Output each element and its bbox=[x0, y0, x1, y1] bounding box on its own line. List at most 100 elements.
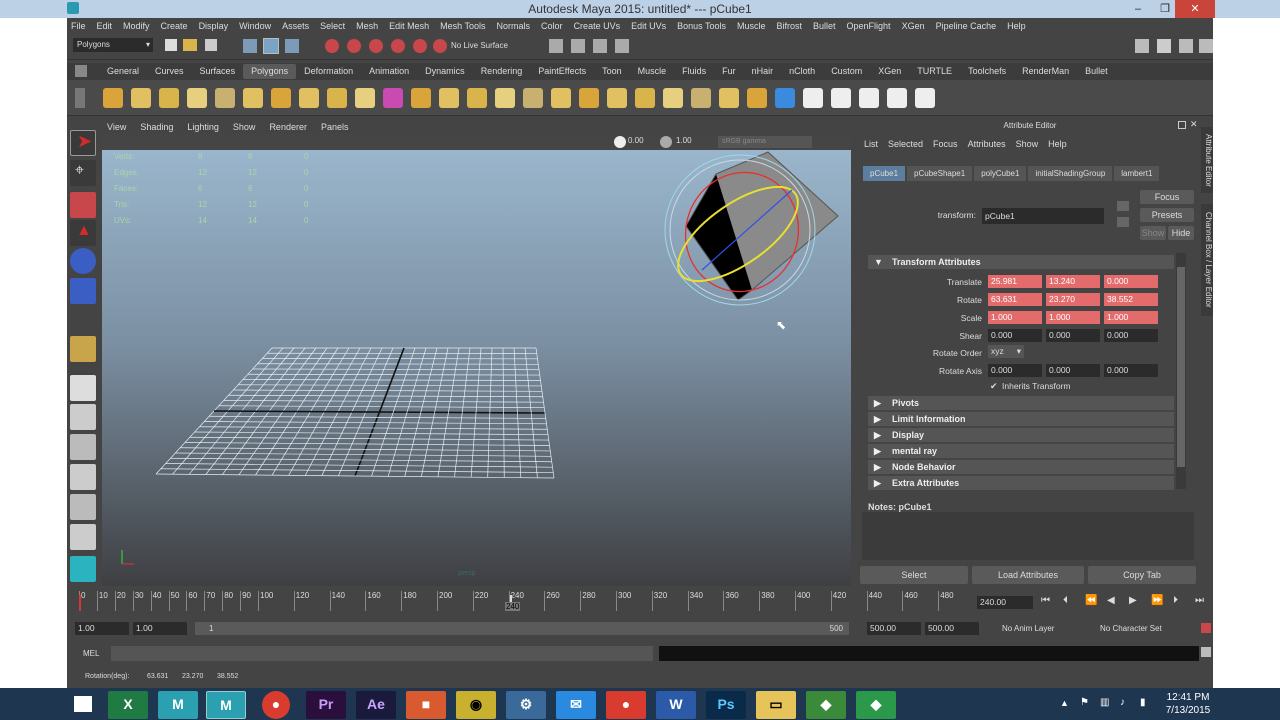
rotate-z-field[interactable]: 38.552 bbox=[1104, 293, 1158, 306]
node-tab-initialshadinggroup[interactable]: initialShadingGroup bbox=[1028, 166, 1113, 181]
shelf-options-icon[interactable] bbox=[75, 88, 85, 108]
shear-z-field[interactable]: 0.000 bbox=[1104, 329, 1158, 342]
mel-input[interactable] bbox=[111, 646, 653, 661]
premiere-icon[interactable]: Pr bbox=[306, 691, 346, 719]
step-back-frame-icon[interactable]: ⏪ bbox=[1085, 595, 1097, 606]
step-forward-key-icon[interactable]: ⏵ bbox=[1173, 595, 1178, 606]
ae-menu-list[interactable]: List bbox=[864, 139, 878, 149]
shelf-tool-30-icon[interactable] bbox=[915, 88, 935, 108]
translate-x-field[interactable]: 25.981 bbox=[988, 275, 1042, 288]
menu-display[interactable]: Display bbox=[199, 21, 229, 31]
gamma-field[interactable]: 1.00 bbox=[676, 136, 700, 145]
time-slider[interactable]: 0 10 20 30 40 50 60 70 80 90 100 120 140 160 180 200 220… bbox=[67, 589, 1213, 615]
node-tab-pcube1[interactable]: pCube1 bbox=[863, 166, 906, 181]
notes-field[interactable] bbox=[862, 512, 1194, 560]
section-mental-ray[interactable]: ▶ mental ray bbox=[868, 444, 1174, 458]
layout-persp-outliner-icon[interactable] bbox=[70, 434, 96, 460]
playback-start-field[interactable]: 1.00 bbox=[133, 622, 187, 635]
float-panel-icon[interactable] bbox=[1178, 121, 1186, 129]
shelf-tool-18-icon[interactable] bbox=[579, 88, 599, 108]
menu-pipeline-cache[interactable]: Pipeline Cache bbox=[936, 21, 997, 31]
maximize-button[interactable]: ❐ bbox=[1153, 0, 1177, 18]
shelf-tab-ncloth[interactable]: nCloth bbox=[781, 64, 823, 79]
tray-flag-icon[interactable]: ⚑ bbox=[1080, 697, 1089, 708]
menu-bullet[interactable]: Bullet bbox=[813, 21, 836, 31]
shelf-tab-toolchefs[interactable]: Toolchefs bbox=[960, 64, 1014, 79]
ae-menu-help[interactable]: Help bbox=[1048, 139, 1067, 149]
section-node-behavior[interactable]: ▶ Node Behavior bbox=[868, 460, 1174, 474]
excel-icon[interactable]: X bbox=[108, 691, 148, 719]
script-editor-icon[interactable] bbox=[1201, 647, 1211, 657]
translate-z-field[interactable]: 0.000 bbox=[1104, 275, 1158, 288]
channel-box-side-tab[interactable]: Channel Box / Layer Editor bbox=[1201, 204, 1213, 316]
shelf-tool-29-icon[interactable] bbox=[887, 88, 907, 108]
shelf-tool-25-icon[interactable] bbox=[775, 88, 795, 108]
transform-attributes-section[interactable]: ▼ Transform Attributes bbox=[868, 255, 1174, 269]
shelf-tool-5-icon[interactable] bbox=[215, 88, 235, 108]
shear-y-field[interactable]: 0.000 bbox=[1046, 329, 1100, 342]
focus-arrow-icon[interactable] bbox=[1117, 201, 1129, 211]
exposure-icon[interactable] bbox=[614, 136, 626, 148]
shelf-tab-animation[interactable]: Animation bbox=[361, 64, 417, 79]
shelf-tab-nhair[interactable]: nHair bbox=[744, 64, 782, 79]
scale-z-field[interactable]: 1.000 bbox=[1104, 311, 1158, 324]
start-button-icon[interactable] bbox=[74, 696, 92, 712]
shelf-tool-17-icon[interactable] bbox=[551, 88, 571, 108]
play-backwards-icon[interactable]: ◀ bbox=[1107, 595, 1115, 606]
menu-color[interactable]: Color bbox=[541, 21, 563, 31]
snap-curve-icon[interactable] bbox=[347, 39, 361, 53]
section-extra-attributes[interactable]: ▶ Extra Attributes bbox=[868, 476, 1174, 490]
start-time-field[interactable]: 1.00 bbox=[75, 622, 129, 635]
rotate-axis-z-field[interactable]: 0.000 bbox=[1104, 364, 1158, 377]
live-surface-field[interactable]: No Live Surface bbox=[449, 39, 529, 53]
scale-tool-icon[interactable] bbox=[70, 278, 96, 304]
scale-y-field[interactable]: 1.000 bbox=[1046, 311, 1100, 324]
attribute-editor-side-tab[interactable]: Attribute Editor bbox=[1201, 127, 1213, 193]
tray-power-icon[interactable]: ▮ bbox=[1140, 697, 1146, 708]
save-scene-icon[interactable] bbox=[205, 39, 217, 51]
scrollbar[interactable] bbox=[1176, 253, 1186, 489]
ae-menu-show[interactable]: Show bbox=[1016, 139, 1039, 149]
go-to-start-icon[interactable]: ⏮ bbox=[1041, 595, 1050, 606]
presets-button[interactable]: Presets bbox=[1140, 208, 1194, 222]
scale-x-field[interactable]: 1.000 bbox=[988, 311, 1042, 324]
menu-window[interactable]: Window bbox=[239, 21, 271, 31]
menu-normals[interactable]: Normals bbox=[497, 21, 531, 31]
rotate-order-dropdown[interactable]: xyz ▾ bbox=[988, 345, 1024, 358]
step-forward-frame-icon[interactable]: ⏩ bbox=[1151, 595, 1163, 606]
section-display[interactable]: ▶ Display bbox=[868, 428, 1174, 442]
snap-grid-icon[interactable] bbox=[325, 39, 339, 53]
word-icon[interactable]: W bbox=[656, 691, 696, 719]
anim-layer-dropdown[interactable]: No Anim Layer bbox=[1002, 624, 1054, 633]
shear-x-field[interactable]: 0.000 bbox=[988, 329, 1042, 342]
rotate-y-field[interactable]: 23.270 bbox=[1046, 293, 1100, 306]
ae-menu-selected[interactable]: Selected bbox=[888, 139, 923, 149]
shelf-tool-22-icon[interactable] bbox=[691, 88, 711, 108]
new-scene-icon[interactable] bbox=[165, 39, 177, 51]
toggle-channel-box-icon[interactable] bbox=[1199, 39, 1213, 53]
shelf-tool-2-icon[interactable] bbox=[131, 88, 151, 108]
menu-assets[interactable]: Assets bbox=[282, 21, 309, 31]
layout-persp-graph-icon[interactable] bbox=[70, 464, 96, 490]
load-attributes-button[interactable]: Load Attributes bbox=[972, 566, 1084, 584]
shelf-menu-icon[interactable] bbox=[75, 65, 87, 77]
menu-file[interactable]: File bbox=[71, 21, 86, 31]
shelf-tab-painteffects[interactable]: PaintEffects bbox=[530, 64, 594, 79]
lasso-tool-icon[interactable]: ⌖ bbox=[70, 160, 96, 186]
step-back-key-icon[interactable]: ⏴ bbox=[1063, 595, 1068, 606]
layout-custom-icon[interactable] bbox=[70, 556, 96, 582]
shelf-tab-dynamics[interactable]: Dynamics bbox=[417, 64, 473, 79]
menu-edit-mesh[interactable]: Edit Mesh bbox=[389, 21, 429, 31]
eye-app-icon[interactable]: ◉ bbox=[456, 691, 496, 719]
shelf-tool-9-icon[interactable] bbox=[327, 88, 347, 108]
chrome-2-icon[interactable]: ● bbox=[606, 691, 646, 719]
viewport-menu-renderer[interactable]: Renderer bbox=[269, 122, 307, 132]
end-time-field[interactable]: 500.00 bbox=[925, 622, 979, 635]
translate-y-field[interactable]: 13.240 bbox=[1046, 275, 1100, 288]
green-app-icon[interactable]: ◆ bbox=[806, 691, 846, 719]
rotate-axis-x-field[interactable]: 0.000 bbox=[988, 364, 1042, 377]
shelf-tab-muscle[interactable]: Muscle bbox=[630, 64, 675, 79]
viewport-menu-shading[interactable]: Shading bbox=[140, 122, 173, 132]
shelf-tab-fur[interactable]: Fur bbox=[714, 64, 744, 79]
ipr-render-icon[interactable] bbox=[593, 39, 607, 53]
